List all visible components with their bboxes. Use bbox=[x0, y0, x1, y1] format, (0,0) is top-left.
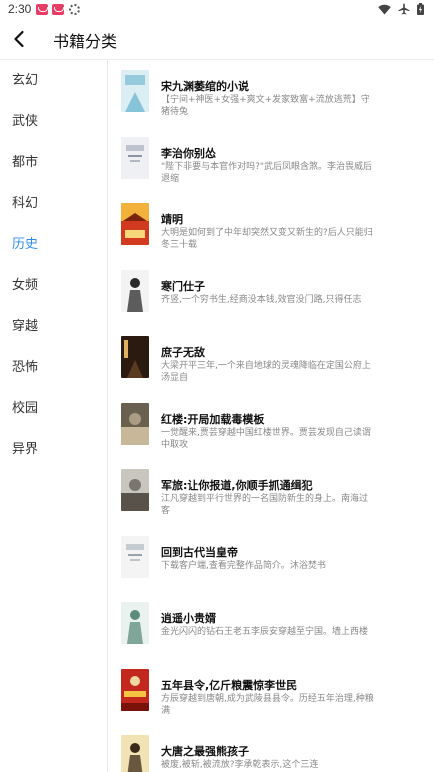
book-title[interactable]: 回到古代当皇帝 bbox=[161, 544, 238, 560]
book-list-item[interactable]: 军旅:让你报道,你顺手抓通缉犯 江凡穿越到平行世界的一名国防新生的身上。南海过客 bbox=[109, 469, 434, 535]
book-list-item[interactable]: 李治你别怂 "陛下非要与本官作对吗?"武后凤眼含煞。李治畏威后退缩 bbox=[109, 136, 434, 203]
book-cover-image[interactable] bbox=[121, 469, 149, 511]
book-list-item[interactable]: 寒门仕子 齐竖,一个穷书生,经商没本钱,效官没门路,只得任志 bbox=[109, 269, 434, 336]
app-notification-icon bbox=[36, 3, 49, 15]
book-cover-image[interactable] bbox=[121, 336, 149, 378]
book-description: 被废,被斩,被流放?李承乾表示,这个三连 bbox=[161, 760, 319, 770]
book-list-item[interactable]: 回到古代当皇帝 下载客户端,查看完整作品简介。沐浴焚书 bbox=[109, 535, 434, 602]
book-title[interactable]: 寒门仕子 bbox=[161, 278, 205, 294]
book-description: 金光闪闪的钻石王老五李辰安穿越至宁国。墙上西楼 bbox=[161, 627, 369, 637]
book-cover-image[interactable] bbox=[121, 535, 149, 578]
book-cover-image[interactable] bbox=[121, 136, 149, 179]
book-title[interactable]: 大唐之最强熊孩子 bbox=[161, 743, 249, 759]
wifi-icon bbox=[378, 4, 391, 14]
book-title[interactable]: 庶子无敌 bbox=[161, 344, 205, 360]
book-list-item[interactable]: 五年县令,亿斤粮震惊李世民 方辰穿越到唐朝,成为武陵县县令。历经五年治理,种粮满 bbox=[109, 668, 434, 735]
sidebar-category-item[interactable]: 恐怖 bbox=[0, 347, 107, 388]
book-list-item[interactable]: 红楼:开局加载毒模板 一觉醒来,贾芸穿越中国红楼世界。贾芸发现自己读谓中取攻 bbox=[109, 402, 434, 469]
book-title[interactable]: 五年县令,亿斤粮震惊李世民 bbox=[161, 677, 297, 693]
book-title[interactable]: 逍遥小贵婿 bbox=[161, 610, 216, 626]
sidebar-category-item[interactable]: 女频 bbox=[0, 265, 107, 306]
book-description: 方辰穿越到唐朝,成为武陵县县令。历经五年治理,种粮满 bbox=[161, 693, 374, 716]
app-notification-icon bbox=[52, 3, 65, 15]
book-list: 宋九渊萎绾的小说 【宁间+神医+女强+爽文+发家致富+流放逃荒】守猪待兔 李治你别怂… bbox=[109, 60, 434, 772]
book-list-item[interactable]: 庶子无敌 大梁开平三年,一个来自地球的灵魂降临在定国公府上汤显自 bbox=[109, 336, 434, 402]
book-cover-image[interactable] bbox=[121, 203, 149, 245]
book-cover-image[interactable] bbox=[121, 735, 149, 772]
book-description: 大明是如何到了中年却突然又变又新生的?后人只能归冬三十载 bbox=[161, 228, 373, 250]
sidebar-category-item[interactable]: 穿越 bbox=[0, 306, 107, 347]
back-arrow-icon[interactable] bbox=[8, 26, 32, 52]
book-description: "陛下非要与本官作对吗?"武后凤眼含煞。李治畏威后退缩 bbox=[161, 161, 373, 184]
book-title[interactable]: 军旅:让你报道,你顺手抓通缉犯 bbox=[161, 477, 313, 493]
status-time: 2:30 bbox=[8, 2, 32, 16]
book-title[interactable]: 红楼:开局加载毒模板 bbox=[161, 411, 264, 427]
sidebar-category-item[interactable]: 武侠 bbox=[0, 101, 107, 142]
sidebar-category-item[interactable]: 玄幻 bbox=[0, 60, 107, 101]
book-cover-image[interactable] bbox=[121, 269, 149, 312]
page-title: 书籍分类 bbox=[53, 32, 118, 51]
battery-icon bbox=[417, 3, 424, 15]
book-cover-image[interactable] bbox=[121, 70, 149, 112]
book-title[interactable]: 靖明 bbox=[161, 211, 183, 227]
top-app-bar: 书籍分类 bbox=[0, 18, 434, 60]
book-description: 【宁间+神医+女强+爽文+发家致富+流放逃荒】守猪待兔 bbox=[161, 95, 370, 117]
book-title[interactable]: 李治你别怂 bbox=[161, 145, 216, 161]
sidebar-category-item[interactable]: 历史 bbox=[0, 224, 107, 265]
settings-notification-icon bbox=[69, 3, 81, 15]
sidebar-category-item[interactable]: 都市 bbox=[0, 142, 107, 183]
book-cover-image[interactable] bbox=[121, 402, 149, 445]
book-cover-image[interactable] bbox=[121, 668, 149, 711]
book-description: 齐竖,一个穷书生,经商没本钱,效官没门路,只得任志 bbox=[161, 294, 362, 305]
book-list-item[interactable]: 靖明 大明是如何到了中年却突然又变又新生的?后人只能归冬三十载 bbox=[109, 203, 434, 269]
status-icons bbox=[378, 3, 424, 15]
sidebar-category-item[interactable]: 科幻 bbox=[0, 183, 107, 224]
book-description: 下载客户端,查看完整作品简介。沐浴焚书 bbox=[161, 560, 326, 571]
book-list-item[interactable]: 宋九渊萎绾的小说 【宁间+神医+女强+爽文+发家致富+流放逃荒】守猪待兔 bbox=[109, 70, 434, 136]
book-title[interactable]: 宋九渊萎绾的小说 bbox=[161, 78, 249, 94]
sidebar-category-item[interactable]: 异界 bbox=[0, 429, 107, 470]
category-sidebar: 玄幻 武侠 都市 科幻 历史 女频 穿越 恐怖 校园 异界 bbox=[0, 60, 108, 772]
book-description: 大梁开平三年,一个来自地球的灵魂降临在定国公府上汤显自 bbox=[161, 361, 371, 383]
status-bar: 2:30 bbox=[0, 0, 434, 18]
book-cover-image[interactable] bbox=[121, 602, 149, 644]
airplane-icon bbox=[398, 3, 410, 15]
book-list-item[interactable]: 大唐之最强熊孩子 被废,被斩,被流放?李承乾表示,这个三连 bbox=[109, 735, 434, 772]
sidebar-category-item[interactable]: 校园 bbox=[0, 388, 107, 429]
book-description: 一觉醒来,贾芸穿越中国红楼世界。贾芸发现自己读谓中取攻 bbox=[161, 427, 371, 450]
book-description: 江凡穿越到平行世界的一名国防新生的身上。南海过客 bbox=[161, 494, 369, 516]
book-list-item[interactable]: 逍遥小贵婿 金光闪闪的钻石王老五李辰安穿越至宁国。墙上西楼 bbox=[109, 602, 434, 668]
